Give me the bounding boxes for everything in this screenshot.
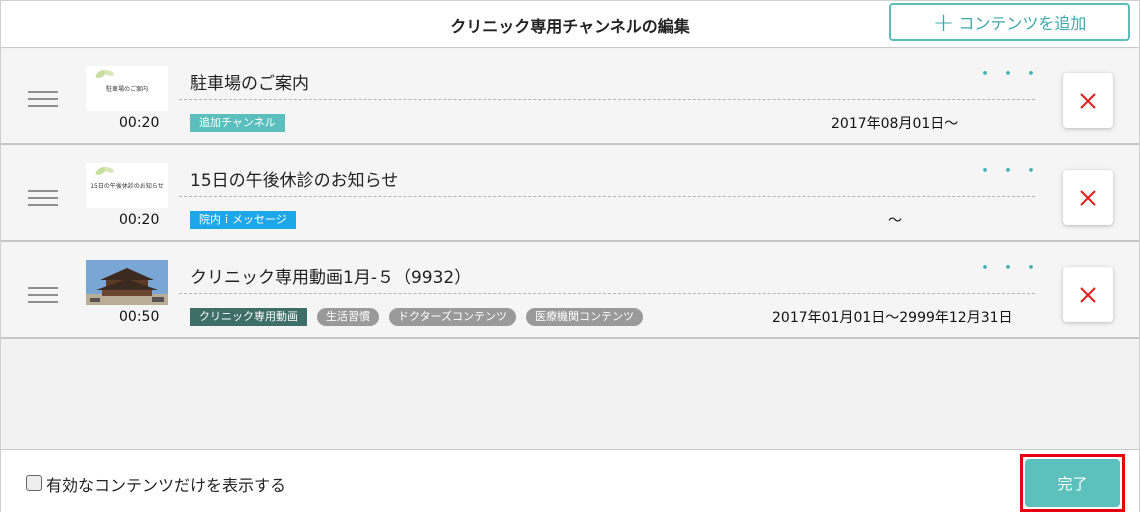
content-duration: 00:20 (119, 212, 160, 228)
content-row: 15日の午後休診のお知らせ 00:20 15日の午後休診のお知らせ ・・・ 院内… (1, 146, 1139, 242)
channel-tag: クリニック専用動画 (190, 308, 307, 326)
channel-editor-window: クリニック専用チャンネルの編集 + コンテンツを追加 駐車場のご案内 00:20… (0, 0, 1140, 512)
content-title: 15日の午後休診のお知らせ (190, 171, 399, 191)
temple-photo (86, 260, 168, 305)
tag-list: 追加チャンネル (190, 114, 285, 132)
channel-tag: 追加チャンネル (190, 114, 285, 132)
publish-period: 2017年01月01日〜2999年12月31日 (772, 310, 1013, 326)
row-divider (179, 293, 1035, 294)
content-row: 駐車場のご案内 00:20 駐車場のご案内 ・・・ 追加チャンネル 2017年0… (1, 49, 1139, 145)
row-divider (179, 196, 1035, 197)
thumbnail-caption: 15日の午後休診のお知らせ (90, 183, 164, 190)
drag-handle-icon[interactable] (28, 91, 58, 109)
done-button[interactable]: 完了 (1025, 459, 1120, 507)
thumbnail-caption: 駐車場のご案内 (105, 86, 148, 93)
more-options-icon[interactable]: ・・・ (976, 66, 1045, 84)
content-duration: 00:20 (119, 115, 160, 131)
close-icon (1080, 189, 1096, 206)
plus-icon: + (932, 8, 955, 38)
delete-button[interactable] (1063, 267, 1113, 322)
drag-handle-icon[interactable] (28, 190, 58, 208)
header-bar: クリニック専用チャンネルの編集 + コンテンツを追加 (1, 1, 1139, 48)
publish-period: 2017年08月01日〜 (831, 116, 959, 132)
active-only-label[interactable]: 有効なコンテンツだけを表示する (46, 472, 286, 496)
leaf-decoration-icon (95, 167, 114, 175)
delete-button[interactable] (1063, 73, 1113, 128)
content-thumbnail: 15日の午後休診のお知らせ (86, 163, 168, 208)
content-thumbnail: 駐車場のご案内 (86, 66, 168, 111)
done-label: 完了 (1057, 474, 1088, 493)
category-tag: ドクターズコンテンツ (389, 308, 517, 326)
tag-list: クリニック専用動画 生活習慣 ドクターズコンテンツ 医療機関コンテンツ (190, 308, 644, 326)
add-content-label: コンテンツを追加 (958, 14, 1087, 33)
tag-list: 院内ｉメッセージ (190, 211, 296, 229)
channel-tag: 院内ｉメッセージ (190, 211, 296, 229)
category-tag: 医療機関コンテンツ (526, 308, 644, 326)
delete-button[interactable] (1063, 170, 1113, 225)
more-options-icon[interactable]: ・・・ (976, 260, 1045, 278)
footer-bar: 有効なコンテンツだけを表示する 完了 (1, 449, 1139, 512)
content-duration: 00:50 (119, 309, 160, 325)
publish-period: 〜 (888, 213, 902, 229)
close-icon (1080, 286, 1096, 303)
close-icon (1080, 92, 1096, 109)
content-row: 00:50 クリニック専用動画1月-５（9932） ・・・ クリニック専用動画 … (1, 243, 1139, 339)
add-content-button[interactable]: + コンテンツを追加 (889, 3, 1130, 41)
content-title: クリニック専用動画1月-５（9932） (190, 268, 472, 288)
drag-handle-icon[interactable] (28, 287, 58, 305)
active-only-checkbox[interactable] (26, 475, 42, 491)
leaf-decoration-icon (95, 70, 114, 78)
category-tag: 生活習慣 (317, 308, 379, 326)
content-title: 駐車場のご案内 (190, 74, 309, 94)
content-thumbnail (86, 260, 168, 305)
row-divider (179, 99, 1035, 100)
more-options-icon[interactable]: ・・・ (976, 163, 1045, 181)
